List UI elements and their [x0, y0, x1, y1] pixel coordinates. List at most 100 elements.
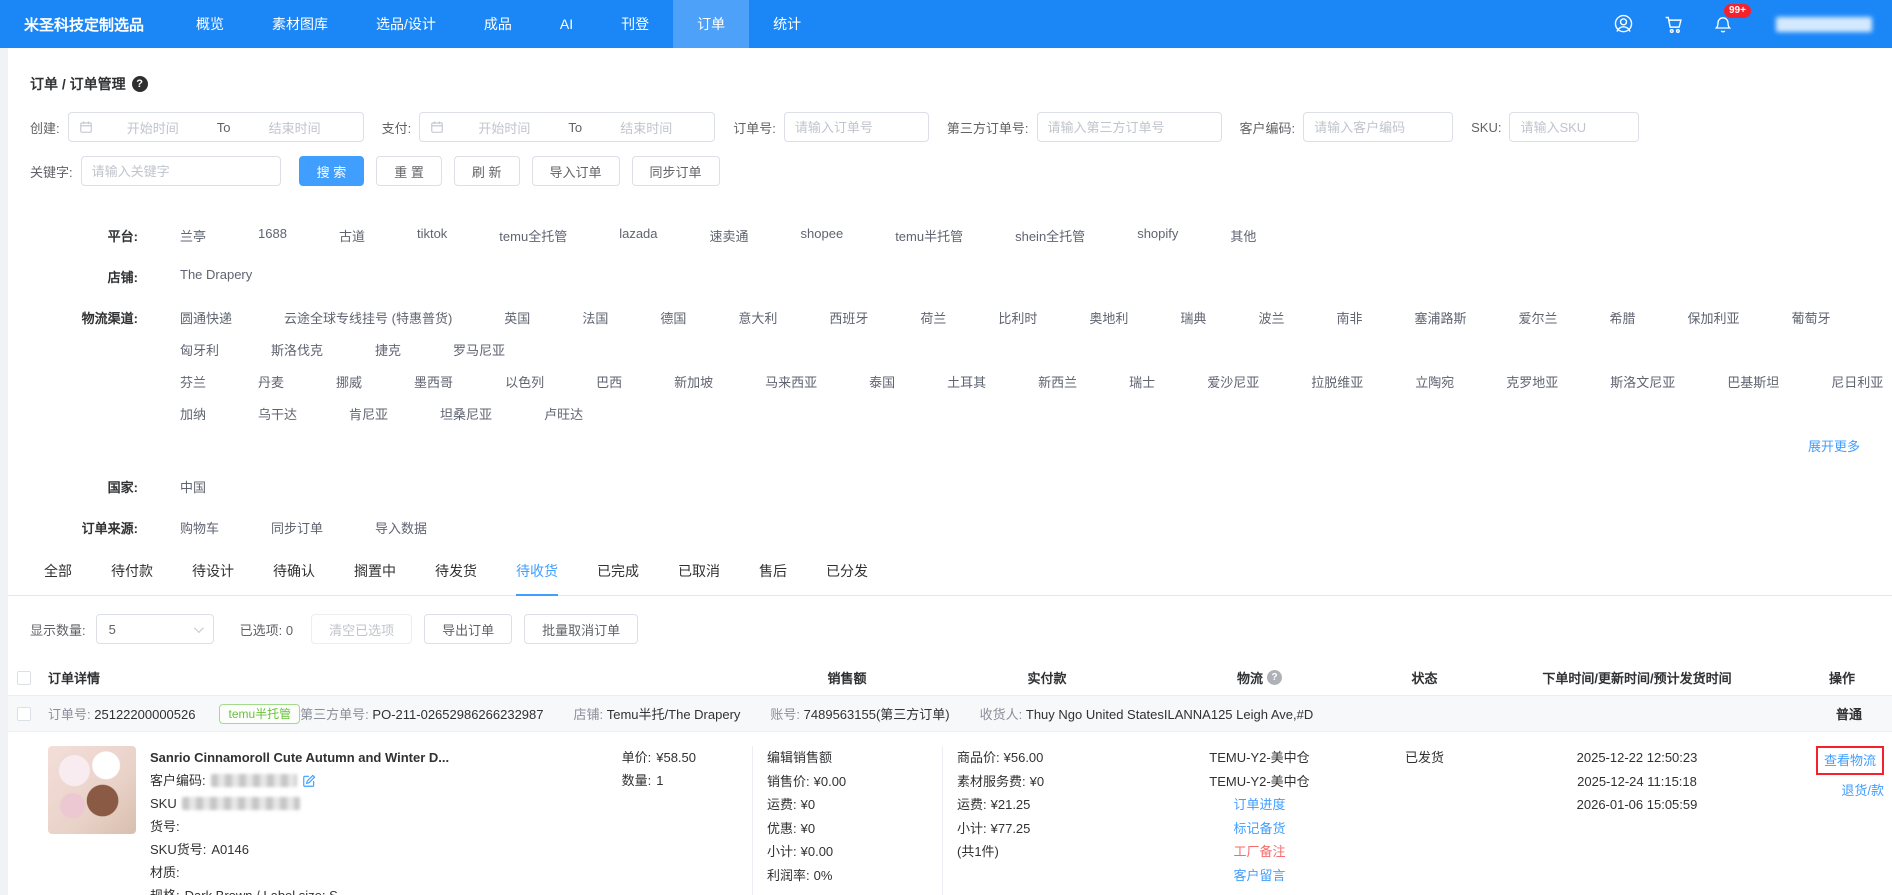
reset-button[interactable]: 重 置: [376, 156, 442, 186]
order-source-option[interactable]: 同步订单: [271, 518, 323, 537]
nav-item[interactable]: AI: [536, 0, 597, 48]
channel-option[interactable]: 西班牙: [829, 308, 868, 327]
end-time-placeholder[interactable]: 结束时间: [237, 118, 353, 137]
logistics-action-link[interactable]: 客户留言: [1152, 864, 1367, 888]
channel-option[interactable]: 泰国: [869, 372, 895, 391]
channel-option[interactable]: 挪威: [336, 372, 362, 391]
channel-option[interactable]: 波兰: [1258, 308, 1284, 327]
end-time-placeholder[interactable]: 结束时间: [588, 118, 704, 137]
platform-option[interactable]: lazada: [619, 226, 657, 245]
channel-option[interactable]: 爱沙尼亚: [1207, 372, 1259, 391]
status-tab[interactable]: 搁置中: [354, 561, 396, 595]
channel-option[interactable]: 意大利: [738, 308, 777, 327]
logistics-action-link[interactable]: 订单进度: [1152, 793, 1367, 817]
channel-option[interactable]: 保加利亚: [1688, 308, 1740, 327]
nav-item[interactable]: 概览: [172, 0, 248, 48]
channel-option[interactable]: 希腊: [1610, 308, 1636, 327]
status-tab[interactable]: 已完成: [597, 561, 639, 595]
channel-option[interactable]: 新加坡: [674, 372, 713, 391]
status-tab[interactable]: 已取消: [678, 561, 720, 595]
status-tab[interactable]: 已分发: [826, 561, 868, 595]
order-checkbox[interactable]: [17, 707, 31, 721]
nav-item[interactable]: 刊登: [597, 0, 673, 48]
channel-option[interactable]: 肯尼亚: [349, 404, 388, 423]
channel-option[interactable]: 罗马尼亚: [453, 340, 505, 359]
refresh-button[interactable]: 刷 新: [454, 156, 520, 186]
display-count-select[interactable]: 5: [96, 614, 214, 644]
start-time-placeholder[interactable]: 开始时间: [446, 118, 562, 137]
notification-bell-icon[interactable]: 99+: [1712, 13, 1734, 35]
channel-option[interactable]: 卢旺达: [544, 404, 583, 423]
start-time-placeholder[interactable]: 开始时间: [95, 118, 211, 137]
channel-option[interactable]: 巴西: [596, 372, 622, 391]
order-no-input[interactable]: [784, 112, 929, 142]
status-tab[interactable]: 待付款: [111, 561, 153, 595]
channel-option[interactable]: 加纳: [180, 404, 206, 423]
sku-input[interactable]: [1509, 112, 1639, 142]
platform-option[interactable]: 古道: [339, 226, 365, 245]
logistics-help-icon[interactable]: ?: [1267, 670, 1282, 685]
channel-option[interactable]: 坦桑尼亚: [440, 404, 492, 423]
channel-option[interactable]: 瑞典: [1180, 308, 1206, 327]
channel-option[interactable]: 塞浦路斯: [1414, 308, 1466, 327]
channel-option[interactable]: 拉脱维亚: [1311, 372, 1363, 391]
product-thumbnail[interactable]: [48, 746, 136, 834]
channel-option[interactable]: 捷克: [375, 340, 401, 359]
platform-option[interactable]: 兰亭: [180, 226, 206, 245]
channel-option[interactable]: 新西兰: [1038, 372, 1077, 391]
nav-item[interactable]: 素材图库: [248, 0, 352, 48]
status-tab[interactable]: 待收货: [516, 561, 558, 595]
expand-more-link[interactable]: 展开更多: [1808, 439, 1860, 454]
platform-option[interactable]: shopee: [801, 226, 844, 245]
channel-option[interactable]: 斯洛文尼亚: [1610, 372, 1675, 391]
keyword-input[interactable]: [81, 156, 281, 186]
select-all-checkbox[interactable]: [17, 671, 31, 685]
channel-option[interactable]: 匈牙利: [180, 340, 219, 359]
status-tab[interactable]: 待发货: [435, 561, 477, 595]
logistics-action-link[interactable]: 标记备货: [1152, 817, 1367, 841]
platform-option[interactable]: shopify: [1137, 226, 1178, 245]
channel-option[interactable]: 法国: [582, 308, 608, 327]
status-tab[interactable]: 售后: [759, 561, 787, 595]
sync-order-button[interactable]: 同步订单: [632, 156, 720, 186]
status-tab[interactable]: 全部: [44, 561, 72, 595]
channel-option[interactable]: 立陶宛: [1415, 372, 1454, 391]
channel-option[interactable]: 以色列: [505, 372, 544, 391]
channel-option[interactable]: 英国: [504, 308, 530, 327]
platform-option[interactable]: 1688: [258, 226, 287, 245]
user-name-blurred[interactable]: [1776, 17, 1872, 32]
platform-option[interactable]: shein全托管: [1015, 226, 1085, 245]
channel-option[interactable]: 荷兰: [920, 308, 946, 327]
channel-option[interactable]: 葡萄牙: [1792, 308, 1831, 327]
third-party-no-input[interactable]: [1037, 112, 1222, 142]
channel-option[interactable]: 乌干达: [258, 404, 297, 423]
order-source-option[interactable]: 导入数据: [375, 518, 427, 537]
channel-option[interactable]: 土耳其: [947, 372, 986, 391]
platform-option[interactable]: temu全托管: [499, 226, 567, 245]
channel-option[interactable]: 云途全球专线挂号 (特惠普货): [284, 308, 452, 327]
import-order-button[interactable]: 导入订单: [532, 156, 620, 186]
customer-code-input[interactable]: [1303, 112, 1453, 142]
nav-item[interactable]: 成品: [460, 0, 536, 48]
channel-option[interactable]: 克罗地亚: [1506, 372, 1558, 391]
nav-item[interactable]: 选品/设计: [352, 0, 460, 48]
product-title[interactable]: Sanrio Cinnamoroll Cute Autumn and Winte…: [150, 746, 449, 769]
channel-option[interactable]: 瑞士: [1129, 372, 1155, 391]
nav-item[interactable]: 订单: [673, 0, 749, 48]
nav-item[interactable]: 统计: [749, 0, 825, 48]
platform-option[interactable]: tiktok: [417, 226, 447, 245]
channel-option[interactable]: 墨西哥: [414, 372, 453, 391]
status-tab[interactable]: 待设计: [192, 561, 234, 595]
brand-title[interactable]: 米圣科技定制选品: [0, 0, 172, 48]
channel-option[interactable]: 芬兰: [180, 372, 206, 391]
channel-option[interactable]: 丹麦: [258, 372, 284, 391]
search-button[interactable]: 搜 索: [299, 156, 365, 186]
status-tab[interactable]: 待确认: [273, 561, 315, 595]
export-order-button[interactable]: 导出订单: [424, 614, 512, 644]
store-option[interactable]: The Drapery: [180, 267, 252, 282]
logistics-action-link[interactable]: 工厂备注: [1152, 840, 1367, 864]
channel-option[interactable]: 圆通快递: [180, 308, 232, 327]
channel-option[interactable]: 马来西亚: [765, 372, 817, 391]
channel-option[interactable]: 比利时: [998, 308, 1037, 327]
country-option[interactable]: 中国: [180, 477, 206, 496]
